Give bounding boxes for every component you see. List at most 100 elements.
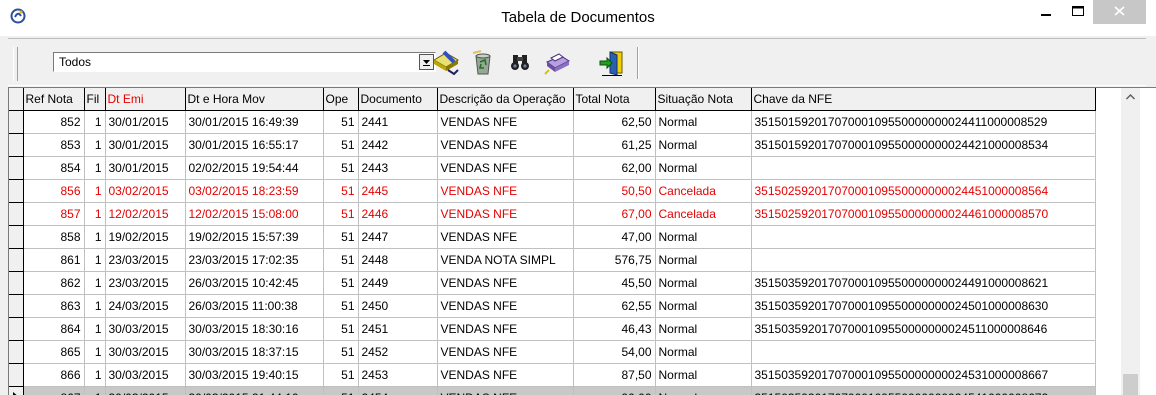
cell-ope[interactable]: 51 (323, 133, 359, 157)
table-row[interactable]: 867130/03/201530/03/2015 21:44:10512454V… (9, 386, 1096, 395)
cell-fil[interactable]: 1 (84, 133, 106, 157)
cell-fil[interactable]: 1 (84, 225, 106, 249)
table-row[interactable]: 865 1 30/03/2015 30/03/2015 18:37:15 51 2452 V… (9, 340, 1096, 364)
cell-chave-nfe[interactable] (751, 248, 1096, 272)
cell-dt-emi[interactable]: 23/03/2015 (105, 248, 186, 272)
cell-total-nota[interactable]: 47,00 (573, 225, 656, 249)
cell-ope[interactable]: 51 (323, 110, 359, 134)
cell-fil[interactable]: 1 (84, 156, 106, 180)
cell-total-nota[interactable]: 45,50 (573, 271, 656, 295)
row-indicator[interactable] (9, 340, 24, 364)
cell-dt-emi[interactable]: 19/02/2015 (105, 225, 186, 249)
cell-fil[interactable]: 1 (84, 271, 106, 295)
cell-descricao[interactable]: VENDAS NFE (437, 202, 574, 226)
table-row[interactable]: 856 1 03/02/2015 03/02/2015 18:23:59 51 2445 V… (9, 179, 1096, 203)
cell-descricao[interactable]: VENDAS NFE (437, 294, 574, 318)
cell-ref-nota[interactable]: 853 (23, 133, 85, 157)
row-indicator[interactable] (9, 225, 24, 249)
cell-ope[interactable]: 51 (323, 156, 359, 180)
cell-situacao[interactable]: Normal (655, 340, 752, 364)
cell-dt-emi[interactable]: 30/01/2015 (105, 133, 186, 157)
cell-documento[interactable]: 2452 (358, 340, 438, 364)
vertical-scrollbar[interactable] (1121, 88, 1140, 395)
search-button[interactable] (504, 48, 536, 78)
cell-ope[interactable]: 51 (323, 248, 359, 272)
cell-fil[interactable]: 1 (84, 179, 106, 203)
cell-chave-nfe[interactable] (751, 225, 1096, 249)
cell-dt-emi[interactable]: 23/03/2015 (105, 271, 186, 295)
close-button[interactable] (1093, 0, 1146, 24)
cell-fil[interactable]: 1 (84, 294, 106, 318)
cell-descricao[interactable]: VENDAS NFE (437, 110, 574, 134)
cell-dt-emi[interactable]: 24/03/2015 (105, 294, 186, 318)
cell-situacao[interactable]: Normal (655, 386, 752, 395)
row-indicator[interactable] (9, 179, 24, 203)
cell-documento[interactable]: 2450 (358, 294, 438, 318)
cell-dt-hora-mov[interactable]: 30/03/2015 19:40:15 (185, 363, 324, 387)
cell-chave-nfe[interactable] (751, 156, 1096, 180)
cell-situacao[interactable]: Normal (655, 133, 752, 157)
cell-dt-hora-mov[interactable]: 23/03/2015 17:02:35 (185, 248, 324, 272)
cell-ope[interactable]: 51 (323, 225, 359, 249)
cell-situacao[interactable]: Cancelada (655, 202, 752, 226)
minimize-button[interactable] (1032, 0, 1060, 24)
cell-total-nota[interactable]: 87,50 (573, 363, 656, 387)
col-header-chave-nfe[interactable]: Chave da NFE (751, 88, 1096, 111)
cell-ref-nota[interactable]: 852 (23, 110, 85, 134)
row-indicator[interactable] (9, 294, 24, 318)
cell-total-nota[interactable]: 576,75 (573, 248, 656, 272)
table-row[interactable]: 852 1 30/01/2015 30/01/2015 16:49:39 51 2441 V… (9, 110, 1096, 134)
cell-ref-nota[interactable]: 867 (23, 386, 85, 395)
cell-situacao[interactable]: Normal (655, 225, 752, 249)
cell-ope[interactable]: 51 (323, 294, 359, 318)
cell-dt-emi[interactable]: 30/01/2015 (105, 110, 186, 134)
cell-situacao[interactable]: Normal (655, 110, 752, 134)
cell-documento[interactable]: 2441 (358, 110, 438, 134)
cell-chave-nfe[interactable]: 3515015920170700010955000000002442100000… (751, 133, 1096, 157)
cell-total-nota[interactable]: 46,43 (573, 317, 656, 341)
cell-total-nota[interactable]: 90,00 (573, 386, 656, 395)
col-header-ref-nota[interactable]: Ref Nota (23, 88, 85, 111)
table-row[interactable]: 858 1 19/02/2015 19/02/2015 15:57:39 51 2447 V… (9, 225, 1096, 249)
col-header-total-nota[interactable]: Total Nota (573, 88, 656, 111)
cell-documento[interactable]: 2451 (358, 317, 438, 341)
cell-descricao[interactable]: VENDAS NFE (437, 386, 574, 395)
cell-dt-emi[interactable]: 30/03/2015 (105, 340, 186, 364)
cell-ref-nota[interactable]: 863 (23, 294, 85, 318)
cell-descricao[interactable]: VENDAS NFE (437, 133, 574, 157)
col-header-fil[interactable]: Fil (84, 88, 106, 111)
col-header-situacao[interactable]: Situação Nota (655, 88, 752, 111)
cell-ref-nota[interactable]: 862 (23, 271, 85, 295)
cell-dt-hora-mov[interactable]: 30/03/2015 18:30:16 (185, 317, 324, 341)
cell-total-nota[interactable]: 62,55 (573, 294, 656, 318)
cell-total-nota[interactable]: 62,00 (573, 156, 656, 180)
cell-dt-hora-mov[interactable]: 30/03/2015 18:37:15 (185, 340, 324, 364)
table-row[interactable]: 863 1 24/03/2015 26/03/2015 11:00:38 51 2450 V… (9, 294, 1096, 318)
cell-fil[interactable]: 1 (84, 248, 106, 272)
cell-documento[interactable]: 2454 (358, 386, 438, 395)
cell-documento[interactable]: 2445 (358, 179, 438, 203)
cell-ref-nota[interactable]: 858 (23, 225, 85, 249)
col-header-dt-emi[interactable]: Dt Emi (105, 88, 186, 111)
table-row[interactable]: 862 1 23/03/2015 26/03/2015 10:42:45 51 2449 V… (9, 271, 1096, 295)
cell-ref-nota[interactable]: 854 (23, 156, 85, 180)
row-indicator[interactable] (9, 317, 24, 341)
cell-dt-emi[interactable]: 03/02/2015 (105, 179, 186, 203)
cell-dt-emi[interactable]: 30/03/2015 (105, 363, 186, 387)
cell-dt-hora-mov[interactable]: 30/01/2015 16:55:17 (185, 133, 324, 157)
cell-situacao[interactable]: Normal (655, 294, 752, 318)
cell-chave-nfe[interactable]: 3515035920170700010955000000002453100000… (751, 363, 1096, 387)
print-button[interactable] (541, 48, 573, 78)
cell-fil[interactable]: 1 (84, 386, 106, 395)
scroll-thumb[interactable] (1123, 374, 1138, 395)
cell-situacao[interactable]: Normal (655, 317, 752, 341)
filter-dropdown[interactable]: Todos (53, 52, 436, 72)
cell-documento[interactable]: 2449 (358, 271, 438, 295)
cell-dt-hora-mov[interactable]: 03/02/2015 18:23:59 (185, 179, 324, 203)
cell-descricao[interactable]: VENDAS NFE (437, 156, 574, 180)
cell-descricao[interactable]: VENDA NOTA SIMPL (437, 248, 574, 272)
cell-situacao[interactable]: Normal (655, 156, 752, 180)
cell-chave-nfe[interactable]: 3515025920170700010955000000002446100000… (751, 202, 1096, 226)
cell-ope[interactable]: 51 (323, 202, 359, 226)
cell-fil[interactable]: 1 (84, 317, 106, 341)
